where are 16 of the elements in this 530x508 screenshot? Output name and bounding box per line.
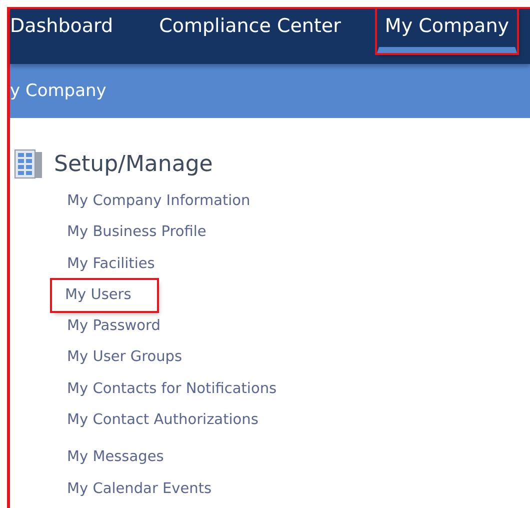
- menu-link[interactable]: My Users: [52, 280, 158, 312]
- menu-link[interactable]: My User Groups: [66, 342, 184, 374]
- menu-link[interactable]: My Facilities: [66, 248, 156, 280]
- nav-tab[interactable]: My Company: [376, 9, 517, 53]
- menu-link[interactable]: My Company Information: [66, 186, 252, 218]
- building-icon: [14, 148, 44, 180]
- menu-link[interactable]: My Password: [66, 311, 162, 342]
- section-title: Setup/Manage: [54, 152, 213, 176]
- menu-link[interactable]: My Contact Authorizations: [66, 405, 260, 436]
- menu-link[interactable]: My Messages: [66, 442, 165, 474]
- menu-link[interactable]: My Calendar Events: [66, 474, 213, 505]
- nav-tab[interactable]: Compliance Center: [157, 9, 349, 53]
- menu-link[interactable]: My Business Profile: [66, 217, 208, 249]
- menu-link[interactable]: My Contacts for Notifications: [66, 374, 278, 406]
- breadcrumb-text: y Company: [10, 81, 106, 101]
- nav-tab[interactable]: Dashboard: [8, 9, 122, 53]
